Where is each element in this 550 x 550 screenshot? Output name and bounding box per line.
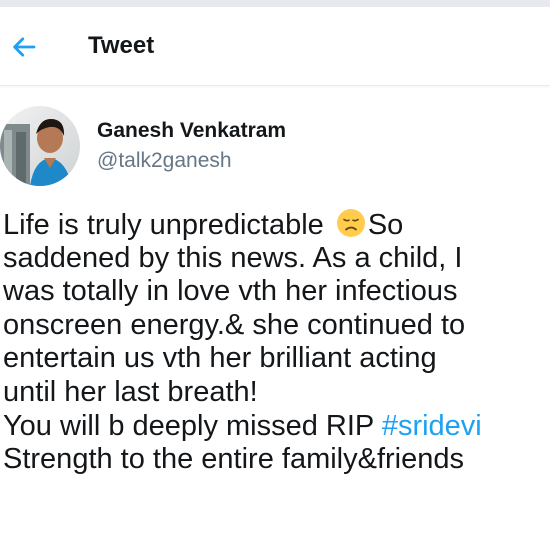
disappointed-face-emoji-icon bbox=[336, 209, 365, 237]
author-handle[interactable]: @talk2ganesh bbox=[97, 148, 232, 174]
tweet-text: Life is truly unpredictable So saddened … bbox=[3, 208, 548, 477]
tweet-line: Strength to the entire family&friends bbox=[3, 443, 465, 476]
tweet-author: Ganesh Venkatram @talk2ganesh bbox=[0, 100, 550, 190]
tweet-line: until her last breath! bbox=[3, 375, 258, 408]
tweet-line: Life is truly unpredictable So bbox=[3, 209, 404, 241]
back-button[interactable] bbox=[6, 29, 42, 65]
back-arrow-icon bbox=[13, 37, 36, 57]
tweet-line: You will b deeply missed RIP #sridevi bbox=[3, 409, 482, 442]
tweet-line: onscreen energy.& she continued to bbox=[3, 308, 466, 341]
app-header: Tweet bbox=[0, 7, 550, 86]
author-name[interactable]: Ganesh Venkatram bbox=[97, 118, 286, 144]
tweet-line: entertain us vth her brilliant acting bbox=[3, 342, 437, 375]
hashtag-link[interactable]: #sridevi bbox=[382, 410, 482, 442]
avatar[interactable] bbox=[0, 106, 80, 186]
status-bar-strip bbox=[0, 0, 550, 7]
tweet-line: was totally in love vth her infectious bbox=[3, 275, 458, 308]
page-title: Tweet bbox=[88, 32, 155, 59]
tweet-line: saddened by this news. As a child, I bbox=[3, 241, 463, 274]
avatar-image bbox=[0, 106, 80, 186]
